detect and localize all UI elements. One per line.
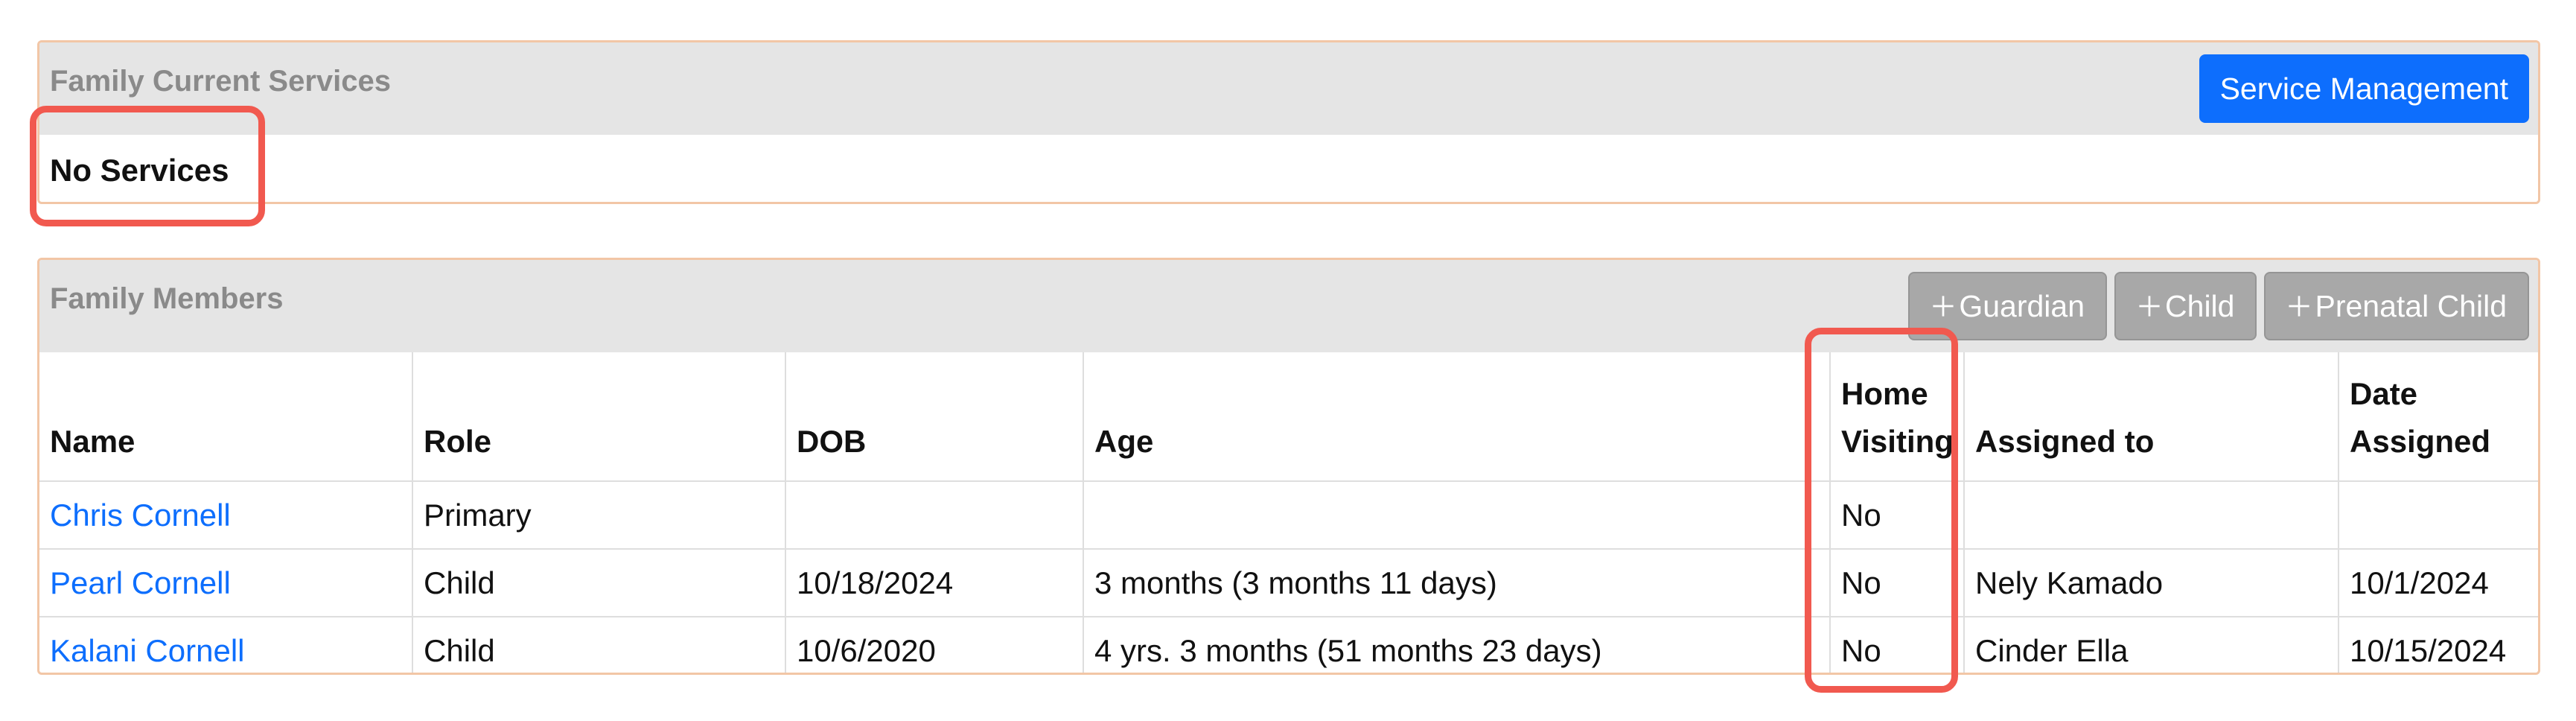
column-header-role: Role	[412, 352, 786, 482]
table-row: Chris Cornell Primary No	[39, 481, 2538, 550]
home-visiting-header-line1: Home	[1841, 376, 1928, 411]
member-age-cell: 4 yrs. 3 months (51 months 23 days)	[1083, 617, 1831, 673]
service-management-button[interactable]: Service Management	[2199, 54, 2529, 123]
member-dob-cell: 10/6/2020	[785, 617, 1084, 673]
member-role-cell: Child	[412, 549, 786, 617]
column-header-name: Name	[39, 352, 413, 482]
no-services-text: No Services	[50, 153, 229, 188]
add-child-button[interactable]: Child	[2114, 272, 2257, 340]
member-assigned-to-cell	[1964, 481, 2339, 550]
column-header-home-visiting: Home Visiting	[1830, 352, 1965, 482]
add-child-label: Child	[2165, 288, 2235, 323]
member-home-visiting-cell: No	[1830, 481, 1965, 550]
add-guardian-label: Guardian	[1959, 288, 2085, 323]
member-dob-cell	[785, 481, 1084, 550]
services-panel-header: Family Current Services Service Manageme…	[39, 42, 2538, 135]
member-name-link[interactable]: Kalani Cornell	[50, 633, 244, 668]
services-panel-title: Family Current Services	[50, 65, 391, 98]
add-guardian-button[interactable]: Guardian	[1908, 272, 2108, 340]
member-name-cell: Pearl Cornell	[39, 549, 413, 617]
member-name-cell: Chris Cornell	[39, 481, 413, 550]
plus-icon	[2139, 296, 2160, 317]
member-date-assigned-cell: 10/1/2024	[2339, 549, 2538, 617]
member-home-visiting-cell: No	[1830, 549, 1965, 617]
members-panel-header: Family Members Guardian Child Prenatal C…	[39, 260, 2538, 352]
member-age-cell	[1083, 481, 1831, 550]
date-assigned-header-line2: Assigned	[2350, 424, 2491, 459]
add-prenatal-child-button[interactable]: Prenatal Child	[2264, 272, 2529, 340]
family-members-table: Name Role DOB Age Home Visiting Assigned …	[39, 352, 2538, 673]
plus-icon	[2289, 296, 2310, 317]
member-name-link[interactable]: Chris Cornell	[50, 498, 231, 533]
add-member-button-group: Guardian Child Prenatal Child	[1908, 272, 2529, 340]
member-dob-cell: 10/18/2024	[785, 549, 1084, 617]
column-header-age: Age	[1083, 352, 1831, 482]
member-assigned-to-cell: Cinder Ella	[1964, 617, 2339, 673]
member-role-cell: Primary	[412, 481, 786, 550]
add-prenatal-child-label: Prenatal Child	[2315, 288, 2507, 323]
member-name-link[interactable]: Pearl Cornell	[50, 565, 231, 600]
member-date-assigned-cell	[2339, 481, 2538, 550]
family-current-services-panel: Family Current Services Service Manageme…	[37, 40, 2540, 204]
member-assigned-to-cell: Nely Kamado	[1964, 549, 2339, 617]
home-visiting-header-line2: Visiting	[1841, 424, 1954, 459]
family-members-panel: Family Members Guardian Child Prenatal C…	[37, 258, 2540, 675]
table-row: Kalani Cornell Child 10/6/2020 4 yrs. 3 …	[39, 617, 2538, 673]
column-header-assigned-to: Assigned to	[1964, 352, 2339, 482]
member-role-cell: Child	[412, 617, 786, 673]
column-header-dob: DOB	[785, 352, 1084, 482]
member-home-visiting-cell: No	[1830, 617, 1965, 673]
member-date-assigned-cell: 10/15/2024	[2350, 632, 2507, 668]
column-header-date-assigned: Date Assigned	[2339, 352, 2538, 482]
member-age-cell: 3 months (3 months 11 days)	[1083, 549, 1831, 617]
date-assigned-header-line1: Date	[2350, 376, 2418, 411]
members-panel-title: Family Members	[50, 282, 284, 315]
member-name-cell: Kalani Cornell	[39, 617, 413, 673]
table-header-row: Name Role DOB Age Home Visiting Assigned …	[39, 352, 2538, 482]
table-row: Pearl Cornell Child 10/18/2024 3 months …	[39, 549, 2538, 617]
plus-icon	[1933, 296, 1954, 317]
